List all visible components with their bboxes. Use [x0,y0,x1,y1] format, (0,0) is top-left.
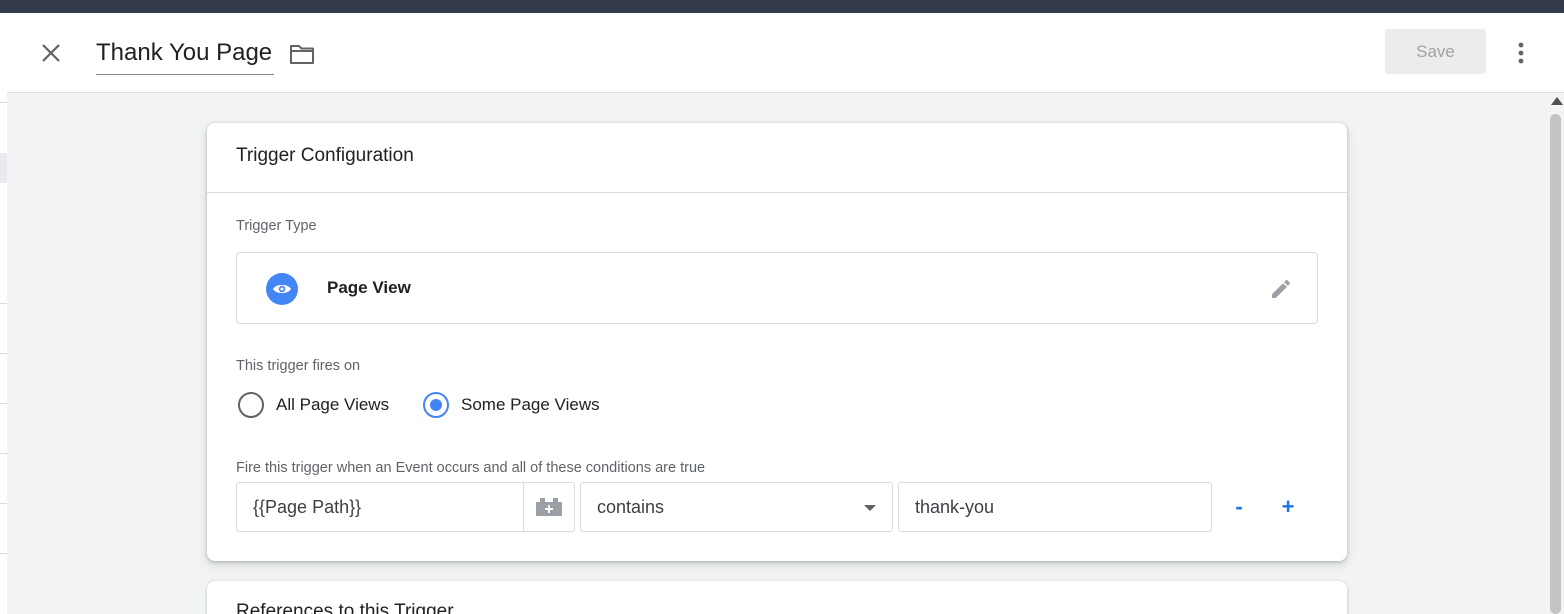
insert-variable-button[interactable] [523,482,575,532]
pencil-icon[interactable] [1267,275,1295,303]
save-button[interactable]: Save [1385,29,1486,74]
references-card: References to this Trigger [207,581,1347,614]
radio-button-checked[interactable] [423,392,449,418]
condition-operator-value: contains [597,496,665,517]
condition-variable-value: {{Page Path}} [253,496,362,517]
radio-label: Some Page Views [461,395,600,414]
radio-button-unchecked[interactable] [238,392,264,418]
trigger-name-field[interactable]: Thank You Page [96,37,275,75]
scroll-up-arrow-icon[interactable] [1551,97,1563,105]
radio-label: All Page Views [276,395,390,414]
folder-button[interactable] [288,41,316,67]
card-title: Trigger Configuration [236,145,414,166]
dropdown-arrow-icon [864,505,876,511]
card-divider [207,192,1347,193]
radio-all-page-views[interactable]: All Page Views [238,391,389,419]
trigger-name: Thank You Page [96,39,273,66]
close-button[interactable] [37,39,65,67]
vertical-scrollbar[interactable] [1547,94,1564,614]
variable-building-block-icon [536,498,562,516]
more-options-button[interactable] [1507,37,1535,69]
background-workspace-edge [0,13,7,614]
references-title: References to this Trigger [236,601,454,614]
trigger-configuration-card: Trigger Configuration Trigger Type Page … [207,123,1347,561]
close-icon [42,44,60,62]
app-top-bar [0,0,1564,13]
radio-some-page-views[interactable]: Some Page Views [423,391,600,419]
fires-on-label: This trigger fires on [236,358,361,374]
more-vert-icon [1518,42,1524,64]
trigger-editor-header: Thank You Page Save [7,13,1564,93]
condition-operator-dropdown[interactable]: contains [580,482,893,532]
condition-value-text: thank-you [915,496,995,517]
condition-value-input[interactable]: thank-you [898,482,1212,532]
conditions-label: Fire this trigger when an Event occurs a… [236,460,706,476]
condition-variable-select[interactable]: {{Page Path}} [236,482,524,532]
eye-icon [266,273,298,305]
folder-icon [290,45,314,64]
trigger-type-label: Trigger Type [236,218,317,234]
scroll-thumb[interactable] [1550,114,1561,614]
add-condition-button[interactable]: + [1274,493,1302,521]
trigger-type-selector[interactable]: Page View [236,252,1318,324]
trigger-type-name: Page View [327,278,411,297]
remove-condition-button[interactable]: - [1225,493,1253,521]
